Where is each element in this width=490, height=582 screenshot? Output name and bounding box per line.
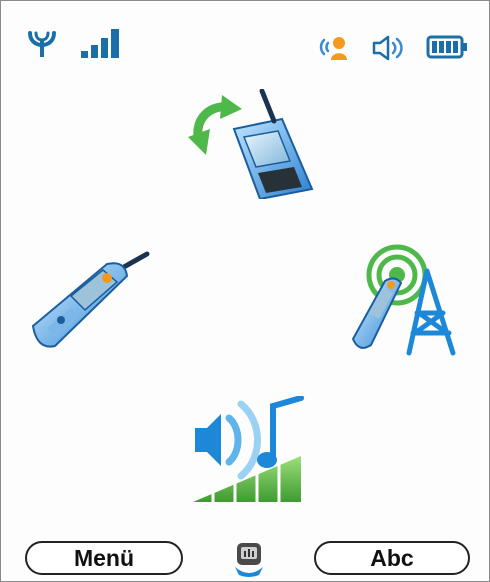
phone-screen: Menü Abc [0,0,490,582]
speaker-icon [372,35,403,61]
navigation-key-icon[interactable] [231,541,267,577]
signal-strength-icon [81,29,119,58]
menu-softkey-label: Menü [73,544,135,571]
network-tower-icon[interactable] [349,241,474,356]
antenna-icon [28,31,56,57]
abc-softkey[interactable]: Abc [314,541,470,575]
battery-icon [426,35,467,59]
phone-sync-icon[interactable] [186,89,316,199]
status-bar [1,1,489,71]
menu-softkey[interactable]: Menü [25,541,183,575]
call-indicator-icon [319,37,347,60]
sound-volume-icon[interactable] [189,396,314,506]
mobile-phone-icon[interactable] [29,246,154,356]
abc-softkey-label: Abc [370,544,414,571]
